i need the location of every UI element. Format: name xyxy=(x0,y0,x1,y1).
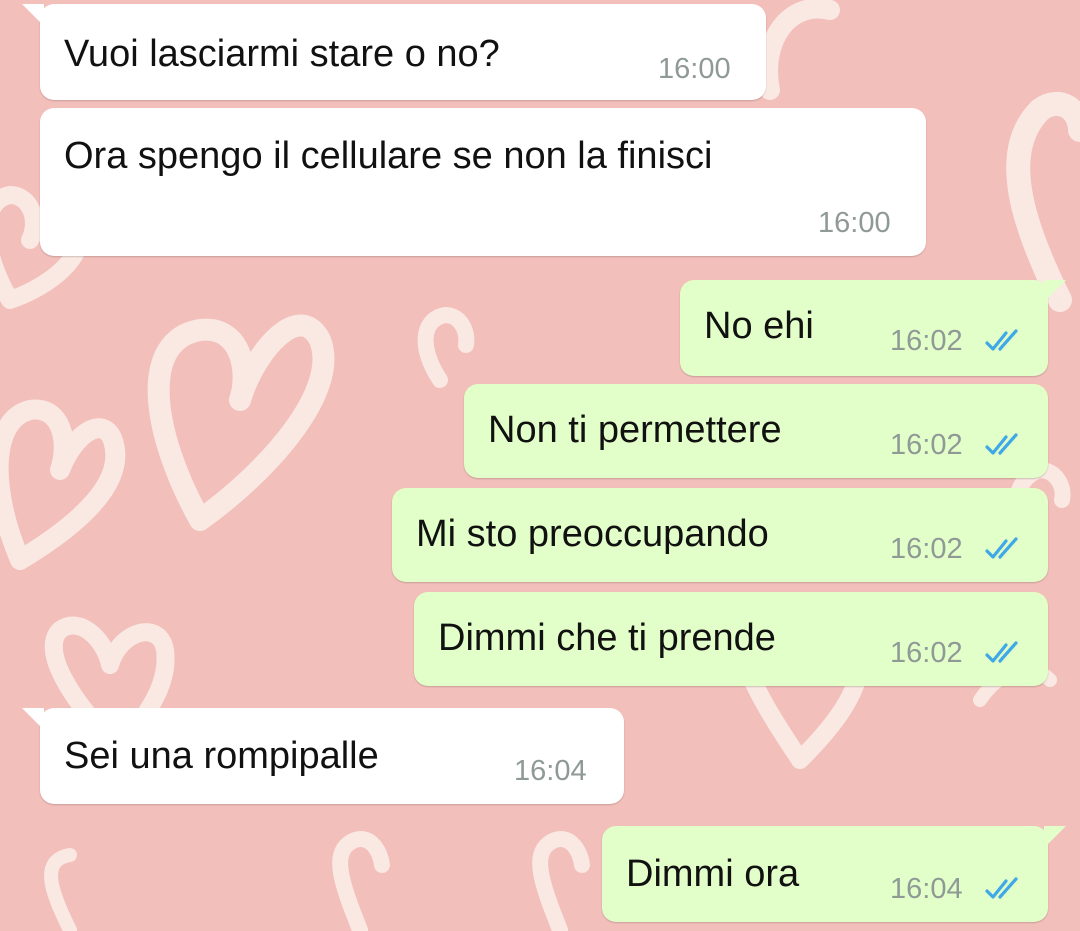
heart-doodle-icon xyxy=(44,848,77,931)
message-bubble-incoming[interactable]: Sei una rompipalle 16:04 xyxy=(22,708,624,804)
message-bubble-outgoing[interactable]: No ehi 16:02 xyxy=(680,280,1066,376)
message-text: Non ti permettere xyxy=(488,409,782,451)
double-check-read-icon xyxy=(985,877,1018,899)
message-text: Mi sto preoccupando xyxy=(416,513,769,555)
bubble-tail xyxy=(1044,280,1066,302)
message-timestamp: 16:02 xyxy=(890,637,963,669)
heart-doodle-icon xyxy=(332,831,390,931)
double-check-read-icon xyxy=(985,641,1018,663)
message-timestamp: 16:02 xyxy=(890,429,963,461)
message-timestamp: 16:04 xyxy=(890,873,963,905)
bubble-tail xyxy=(1044,826,1066,848)
heart-doodle-icon xyxy=(532,831,590,931)
bubble-tail xyxy=(22,708,44,730)
message-bubble-outgoing[interactable]: Non ti permettere 16:02 xyxy=(464,384,1048,478)
message-bubble-incoming[interactable]: Ora spengo il cellulare se non la finisc… xyxy=(40,108,926,256)
double-check-read-icon xyxy=(985,329,1018,351)
message-timestamp: 16:00 xyxy=(818,207,891,239)
message-timestamp: 16:00 xyxy=(658,53,731,85)
heart-doodle-icon xyxy=(0,399,126,570)
bubble-tail xyxy=(22,4,44,26)
heart-doodle-icon xyxy=(417,307,475,388)
heart-doodle-icon xyxy=(1006,92,1080,312)
message-bubble-incoming[interactable]: Vuoi lasciarmi stare o no? 16:00 xyxy=(22,4,766,100)
message-text: Ora spengo il cellulare se non la finisc… xyxy=(64,135,713,177)
message-bubble-outgoing[interactable]: Dimmi ora 16:04 xyxy=(602,826,1066,922)
message-bubble-outgoing[interactable]: Dimmi che ti prende 16:02 xyxy=(414,592,1048,686)
double-check-read-icon xyxy=(985,537,1018,559)
double-check-read-icon xyxy=(985,433,1018,455)
message-text: Dimmi che ti prende xyxy=(438,617,776,659)
heart-doodle-icon xyxy=(147,314,335,531)
message-bubble-outgoing[interactable]: Mi sto preoccupando 16:02 xyxy=(392,488,1048,582)
message-text: Dimmi ora xyxy=(626,853,800,895)
message-timestamp: 16:02 xyxy=(890,533,963,565)
message-text: No ehi xyxy=(704,305,814,347)
message-timestamp: 16:02 xyxy=(890,325,963,357)
message-text: Vuoi lasciarmi stare o no? xyxy=(64,33,500,75)
message-text: Sei una rompipalle xyxy=(64,735,379,777)
message-timestamp: 16:04 xyxy=(514,755,587,787)
